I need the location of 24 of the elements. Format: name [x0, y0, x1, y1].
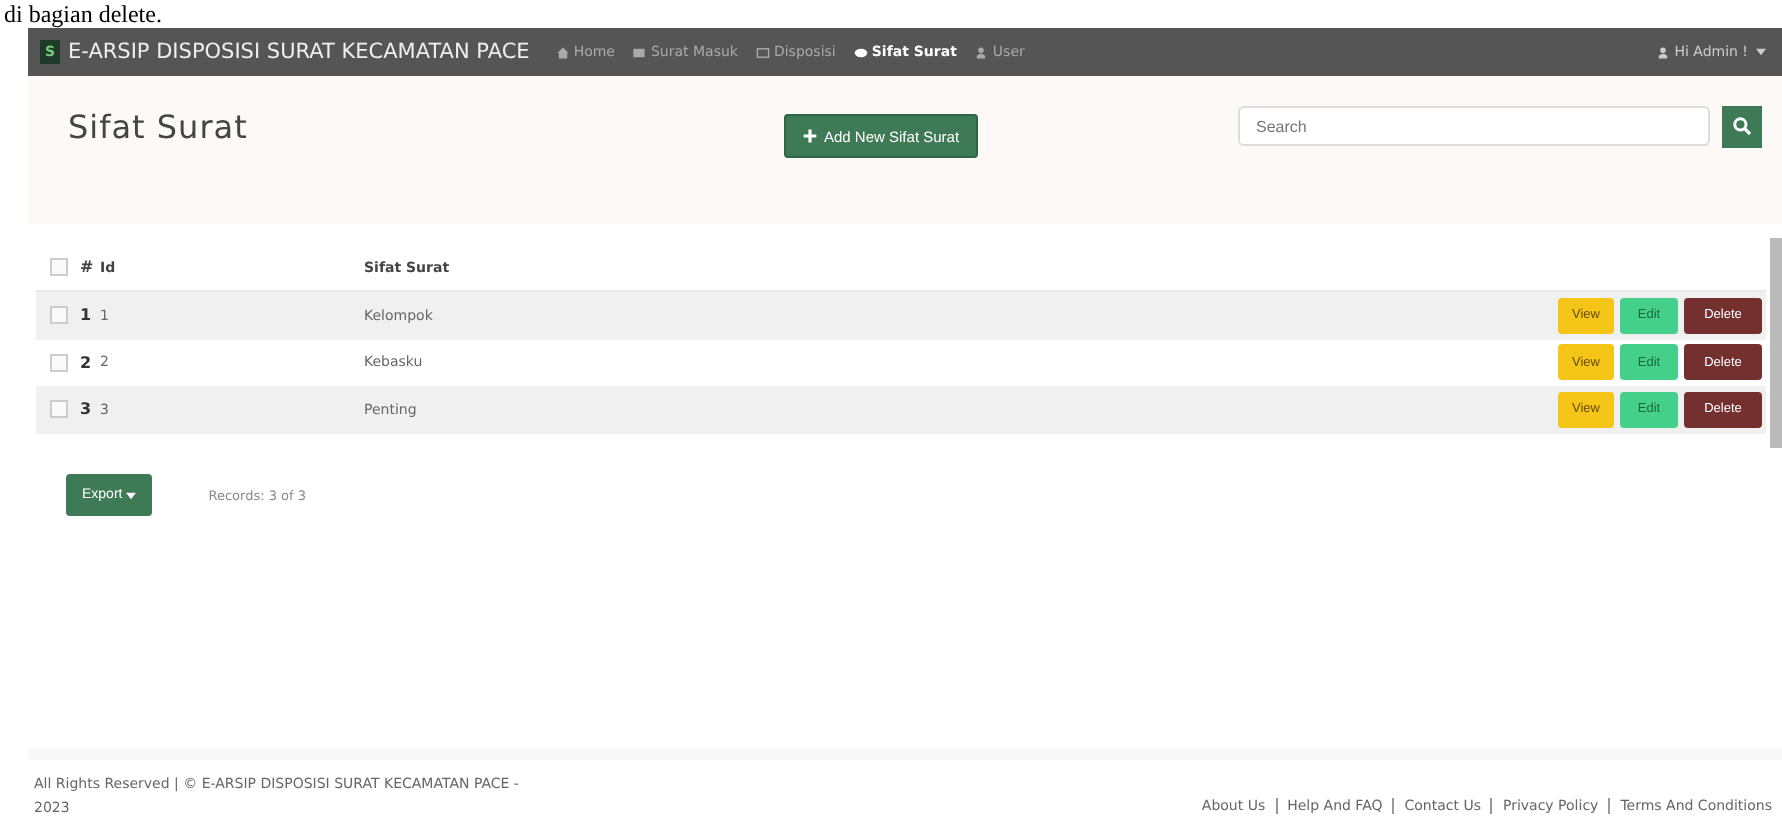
table-cell-text: 2 [80, 353, 94, 372]
table-cell-text: 1 [80, 306, 94, 325]
caret-icon [1756, 48, 1766, 56]
house-icon [555, 45, 570, 59]
user-icon [1656, 45, 1671, 59]
plus-icon [802, 128, 818, 144]
page-title: Sifat Surat [68, 107, 250, 145]
speech-bubble-icon [853, 45, 868, 59]
table-cell-text: 3 [80, 400, 94, 419]
caption-text: di bagian delete. [2, 0, 162, 28]
select-all-checkbox[interactable] [49, 258, 67, 276]
brand-title[interactable]: E-ARSIP DISPOSISI SURAT KECAMATAN PACE [68, 40, 530, 64]
caret-icon [126, 491, 137, 499]
envelope-icon [632, 45, 647, 59]
row-checkbox[interactable] [49, 353, 67, 372]
scrollbar[interactable] [1770, 238, 1782, 448]
search-icon [1732, 116, 1752, 136]
row-checkbox[interactable] [49, 400, 67, 419]
row-checkbox[interactable] [49, 306, 67, 325]
folder-icon [755, 45, 770, 59]
column-header: # [80, 258, 96, 276]
search-button[interactable] [1722, 105, 1762, 147]
search-field[interactable]: Search [1238, 106, 1710, 146]
user-icon [974, 45, 989, 59]
